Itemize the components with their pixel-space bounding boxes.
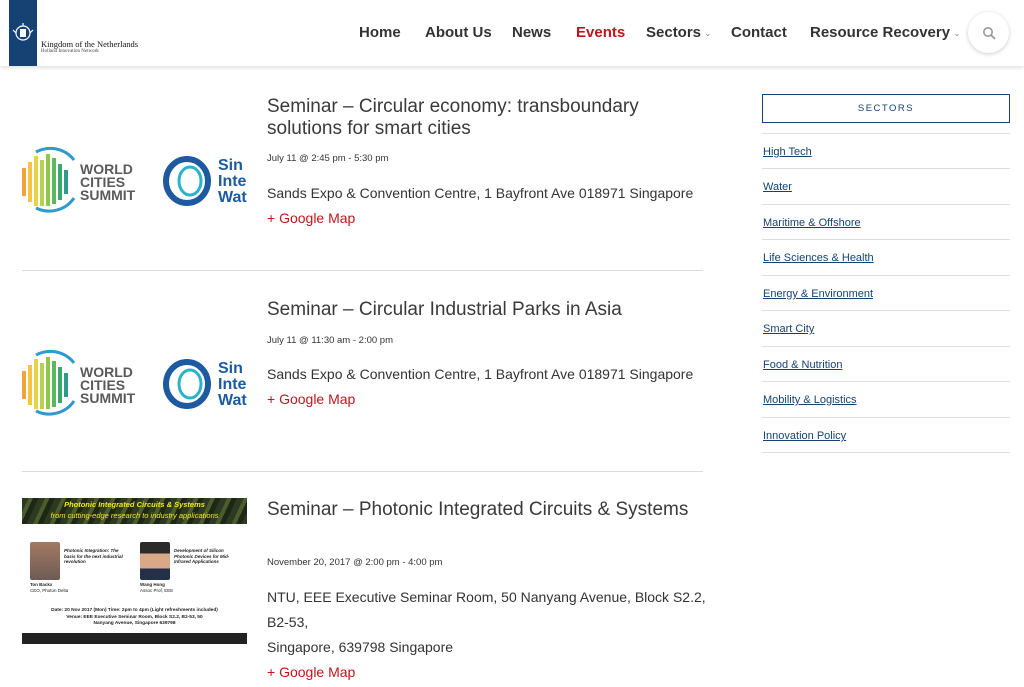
siww-line-1: Sin: [218, 360, 243, 377]
sidebar-link-maritime-offshore[interactable]: Maritime & Offshore: [763, 217, 861, 229]
search-icon: [982, 26, 995, 39]
nav-news[interactable]: News: [512, 24, 551, 42]
wcs-line-3: SUMMIT: [80, 187, 136, 203]
sidebar-divider: [762, 417, 1010, 418]
poster-venue-2: Nanyang Avenue, Singapore 639798: [93, 621, 176, 626]
nav-home[interactable]: Home: [359, 24, 401, 42]
event-venue-line-2: Singapore, 639798 Singapore: [267, 639, 454, 655]
event-image[interactable]: WORLD CITIES SUMMIT Sin Inte Wat: [22, 146, 247, 216]
sidebar-link-mobility-logistics[interactable]: Mobility & Logistics: [763, 394, 857, 406]
siww-line-3: Wat: [218, 189, 247, 206]
event-title[interactable]: Seminar – Circular Industrial Parks in A…: [267, 299, 697, 321]
nav-resource-recovery[interactable]: Resource Recovery ⌄: [810, 24, 961, 42]
world-cities-summit-logo: WORLD CITIES SUMMIT Sin Inte Wat: [22, 146, 247, 213]
google-map-link[interactable]: + Google Map: [267, 664, 355, 680]
sidebar-divider: [762, 452, 1010, 453]
siww-line-2: Inte: [218, 376, 247, 393]
event-image[interactable]: WORLD CITIES SUMMIT Sin Inte Wat: [22, 349, 247, 419]
logo-emblem[interactable]: [9, 0, 37, 66]
event-venue-line-1: NTU, EEE Executive Seminar Room, 50 Nany…: [267, 589, 706, 630]
poster-speaker-2-role: Assoc Prof, EEE: [140, 588, 174, 593]
sidebar-divider: [762, 133, 1010, 134]
event-date: July 11 @ 11:30 am - 2:00 pm: [267, 335, 393, 346]
sidebar-divider: [762, 310, 1010, 311]
nav-contact[interactable]: Contact: [731, 24, 787, 42]
sidebar-divider: [762, 346, 1010, 347]
sidebar-divider: [762, 239, 1010, 240]
event-venue: Sands Expo & Convention Centre, 1 Bayfro…: [267, 185, 694, 201]
event-date: November 20, 2017 @ 2:00 pm - 4:00 pm: [267, 557, 443, 568]
sidebar-link-high-tech[interactable]: High Tech: [763, 146, 812, 158]
sidebar-link-smart-city[interactable]: Smart City: [763, 323, 814, 335]
poster-date: Date: 20 Nov 2017 (Mon) Time: 2pm to 4pm…: [51, 608, 218, 613]
nav-sectors[interactable]: Sectors ⌄: [646, 24, 712, 42]
poster-heading: Photonic Integrated Circuits & Systems: [64, 500, 205, 509]
sidebar-divider: [762, 381, 1010, 382]
sidebar-divider: [762, 168, 1010, 169]
event-title[interactable]: Seminar – Circular economy: transboundar…: [267, 96, 697, 140]
siww-line-3: Wat: [218, 392, 247, 409]
sidebar-link-water[interactable]: Water: [763, 181, 792, 193]
nav-resource-recovery-label: Resource Recovery: [810, 24, 951, 41]
event-divider: [22, 471, 703, 472]
chevron-down-icon: ⌄: [953, 28, 961, 38]
sidebar-link-food-nutrition[interactable]: Food & Nutrition: [763, 359, 842, 371]
sidebar-link-life-sciences-health[interactable]: Life Sciences & Health: [763, 252, 874, 264]
poster-subheading: from cutting-edge research to industry a…: [50, 511, 219, 520]
chevron-down-icon: ⌄: [704, 28, 712, 38]
event-date: July 11 @ 2:45 pm - 5:30 pm: [267, 153, 389, 164]
event-divider: [22, 270, 703, 271]
google-map-link[interactable]: + Google Map: [267, 210, 355, 226]
sidebar-divider: [762, 275, 1010, 276]
world-cities-summit-logo: WORLD CITIES SUMMIT Sin Inte Wat: [22, 349, 247, 416]
sidebar-link-innovation-policy[interactable]: Innovation Policy: [763, 430, 846, 442]
crest-icon: [12, 23, 34, 41]
logo-line-2: Holland Innovation Network: [41, 49, 99, 54]
event-venue: Sands Expo & Convention Centre, 1 Bayfro…: [267, 366, 694, 382]
logo-text[interactable]: Kingdom of the Netherlands Holland Innov…: [41, 40, 138, 55]
nav-about-us[interactable]: About Us: [425, 24, 492, 42]
poster-sponsor-strip: [22, 633, 247, 644]
nav-sectors-label: Sectors: [646, 24, 702, 41]
siww-line-2: Inte: [218, 173, 247, 190]
logo-line-1: Kingdom of the Netherlands: [41, 39, 139, 49]
speaker-photo: [140, 542, 170, 580]
sidebar-divider: [762, 204, 1010, 205]
speaker-photo: [30, 542, 60, 580]
event-venue: NTU, EEE Executive Seminar Room, 50 Nany…: [267, 585, 707, 660]
poster-speaker-1-role: CEO, Photon Delta: [30, 588, 69, 593]
siww-line-1: Sin: [218, 157, 243, 174]
event-title[interactable]: Seminar – Photonic Integrated Circuits &…: [267, 499, 697, 521]
poster-banner: Photonic Integrated Circuits & Systems f…: [22, 498, 247, 524]
sectors-heading: SECTORS: [762, 94, 1010, 123]
poster-talk-1: Photonic Integration: The basis for the …: [64, 548, 123, 564]
poster-speaker-2: Wang Hong: [140, 582, 165, 587]
sidebar-link-energy-environment[interactable]: Energy & Environment: [763, 288, 873, 300]
site-header: Kingdom of the Netherlands Holland Innov…: [0, 0, 1024, 66]
event-poster-image[interactable]: Photonic Integrated Circuits & Systems f…: [22, 498, 247, 644]
google-map-link[interactable]: + Google Map: [267, 391, 355, 407]
poster-talk-2: Development of Silicon Photonic Devices …: [174, 548, 230, 564]
wcs-line-3: SUMMIT: [80, 390, 136, 406]
poster-speaker-1: Ton Backx: [30, 582, 53, 587]
search-button[interactable]: [968, 12, 1009, 53]
nav-events[interactable]: Events: [576, 24, 625, 42]
